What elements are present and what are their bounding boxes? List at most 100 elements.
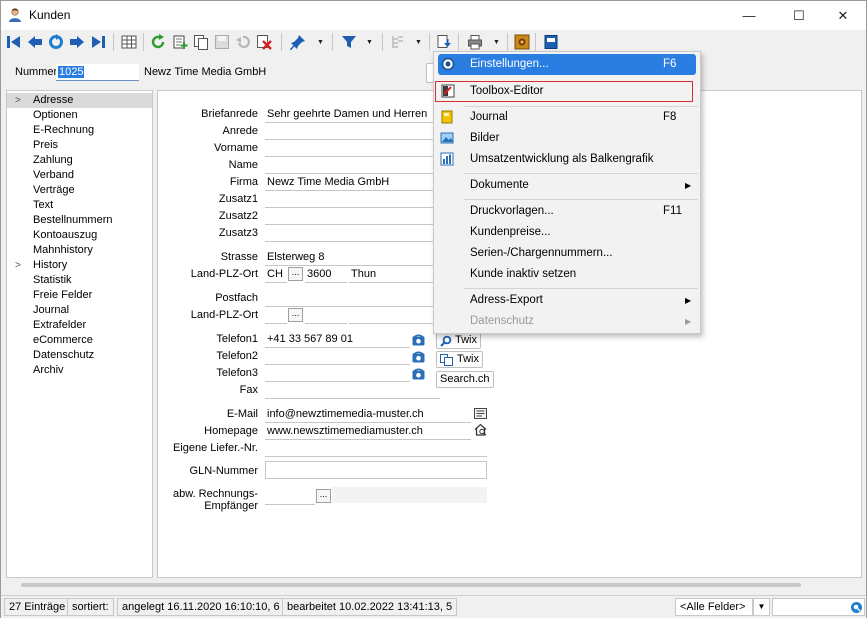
- number-input[interactable]: 1025: [56, 64, 139, 81]
- vorname-field[interactable]: [265, 140, 440, 157]
- gln-nummer-field[interactable]: [265, 461, 487, 479]
- zusatz3-field[interactable]: [265, 225, 440, 242]
- field-selector-dropdown[interactable]: ▼: [753, 598, 770, 616]
- nav-item-history[interactable]: > History: [7, 258, 152, 273]
- delete-record-icon[interactable]: [255, 33, 273, 51]
- minimize-button[interactable]: —: [726, 1, 772, 30]
- menu-item-kundenpreise[interactable]: Kundenpreise...: [434, 222, 700, 243]
- menu-item-bilder[interactable]: Bilder: [434, 128, 700, 149]
- field-selector[interactable]: <Alle Felder>: [675, 598, 753, 616]
- menu-item-dokumente[interactable]: Dokumente ▶: [434, 175, 700, 196]
- land2-field[interactable]: [265, 307, 287, 324]
- homepage-field[interactable]: www.newsztimemediamuster.ch: [265, 423, 471, 440]
- print-dropdown[interactable]: ▼: [492, 33, 501, 51]
- menu-item-toolbox-editor[interactable]: Toolbox-Editor: [435, 81, 693, 102]
- next-record-icon[interactable]: [68, 33, 86, 51]
- telefon2-field[interactable]: [265, 348, 410, 365]
- eigene-liefer-nr-field[interactable]: [265, 440, 487, 457]
- land2-lookup-button[interactable]: ...: [288, 308, 303, 322]
- nav-item-kontoauszug[interactable]: Kontoauszug: [7, 228, 152, 243]
- search-go-icon[interactable]: [850, 601, 863, 614]
- phone-dial-icon[interactable]: [412, 351, 425, 363]
- print-icon[interactable]: [466, 33, 484, 51]
- toolbar-separator: [535, 33, 536, 51]
- nav-item-verband[interactable]: Verband: [7, 168, 152, 183]
- expand-chevron-icon[interactable]: >: [15, 258, 21, 273]
- menu-item-adress-export[interactable]: Adress-Export ▶: [434, 290, 700, 311]
- postfach-field[interactable]: [265, 290, 440, 307]
- plz-field[interactable]: 3600: [305, 266, 347, 283]
- strasse-field[interactable]: Elsterweg 8: [265, 249, 440, 266]
- nav-item-text[interactable]: Text: [7, 198, 152, 213]
- menu-item-seriennummern[interactable]: Serien-/Chargennummern...: [434, 243, 700, 264]
- telefon1-label: Telefon1: [216, 333, 258, 345]
- email-field[interactable]: info@newztimemedia-muster.ch: [265, 406, 471, 423]
- close-button[interactable]: ✕: [820, 1, 866, 30]
- twix-copy-button[interactable]: Twix: [436, 351, 483, 368]
- sort-status: sortiert:: [67, 598, 114, 616]
- nav-item-zahlung[interactable]: Zahlung: [7, 153, 152, 168]
- nav-item-e-rechnung[interactable]: E-Rechnung: [7, 123, 152, 138]
- window-layout-icon[interactable]: [542, 33, 560, 51]
- open-homepage-icon[interactable]: [474, 423, 487, 436]
- phone-dial-icon[interactable]: [412, 368, 425, 380]
- briefanrede-field[interactable]: Sehr geehrte Damen und Herren: [265, 106, 440, 123]
- ort2-field[interactable]: [349, 307, 440, 324]
- land-field[interactable]: CH: [265, 266, 287, 283]
- filter-dropdown[interactable]: ▼: [365, 33, 374, 51]
- twix-search-button[interactable]: Twix: [436, 332, 481, 349]
- filter-icon[interactable]: [340, 33, 358, 51]
- documents-icon[interactable]: [435, 33, 453, 51]
- menu-item-einstellungen[interactable]: Einstellungen... F6: [438, 54, 696, 75]
- nav-item-statistik[interactable]: Statistik: [7, 273, 152, 288]
- nav-item-optionen[interactable]: Optionen: [7, 108, 152, 123]
- horizontal-scrollbar[interactable]: [21, 583, 801, 587]
- previous-record-icon[interactable]: [26, 33, 44, 51]
- firma-field[interactable]: Newz Time Media GmbH: [265, 174, 440, 191]
- menu-item-journal[interactable]: Journal F8: [434, 107, 700, 128]
- menu-item-umsatzentwicklung[interactable]: Umsatzentwicklung als Balkengrafik: [434, 149, 700, 170]
- zusatz2-field[interactable]: [265, 208, 440, 225]
- menu-item-kunde-inaktiv[interactable]: Kunde inaktiv setzen: [434, 264, 700, 285]
- pin-icon[interactable]: [289, 33, 307, 51]
- refresh-cycle-icon[interactable]: [47, 33, 65, 51]
- abw-rechnungsempfaenger-lookup-button[interactable]: ...: [316, 489, 331, 503]
- phone-dial-icon[interactable]: [412, 334, 425, 346]
- ort-field[interactable]: Thun: [349, 266, 440, 283]
- nav-item-mahnhistory[interactable]: Mahnhistory: [7, 243, 152, 258]
- nav-item-datenschutz[interactable]: Datenschutz: [7, 348, 152, 363]
- first-record-icon[interactable]: [5, 33, 23, 51]
- nav-item-journal[interactable]: Journal: [7, 303, 152, 318]
- copy-record-icon[interactable]: [192, 33, 210, 51]
- plz2-field[interactable]: [305, 307, 347, 324]
- nav-item-freie-felder[interactable]: Freie Felder: [7, 288, 152, 303]
- maximize-button[interactable]: ☐: [776, 1, 822, 30]
- table-view-icon[interactable]: [120, 33, 138, 51]
- pin-dropdown[interactable]: ▼: [316, 33, 325, 51]
- anrede-field[interactable]: [265, 123, 440, 140]
- nav-item-preis[interactable]: Preis: [7, 138, 152, 153]
- zusatz1-field[interactable]: [265, 191, 440, 208]
- email-send-icon[interactable]: [474, 407, 487, 420]
- name-field[interactable]: [265, 157, 440, 174]
- nav-item-adresse[interactable]: > Adresse: [7, 93, 152, 108]
- expand-chevron-icon[interactable]: >: [15, 93, 21, 108]
- quick-search-input[interactable]: [772, 598, 865, 616]
- menu-item-druckvorlagen[interactable]: Druckvorlagen... F11: [434, 201, 700, 222]
- reload-icon[interactable]: [149, 33, 167, 51]
- search-ch-button[interactable]: Search.ch: [436, 371, 494, 388]
- nav-item-ecommerce[interactable]: eCommerce: [7, 333, 152, 348]
- new-record-icon[interactable]: [171, 33, 189, 51]
- last-record-icon[interactable]: [89, 33, 107, 51]
- nav-item-archiv[interactable]: Archiv: [7, 363, 152, 378]
- nav-item-vertraege[interactable]: Verträge: [7, 183, 152, 198]
- nav-item-bestellnummern[interactable]: Bestellnummern: [7, 213, 152, 228]
- tools-icon[interactable]: [513, 33, 531, 51]
- telefon1-field[interactable]: +41 33 567 89 01: [265, 331, 410, 348]
- abw-rechnungsempfaenger-field[interactable]: [265, 488, 315, 505]
- fax-field[interactable]: [265, 382, 440, 399]
- window-title: Kunden: [29, 8, 71, 22]
- land-lookup-button[interactable]: ...: [288, 267, 303, 281]
- nav-item-extrafelder[interactable]: Extrafelder: [7, 318, 152, 333]
- telefon3-field[interactable]: [265, 365, 410, 382]
